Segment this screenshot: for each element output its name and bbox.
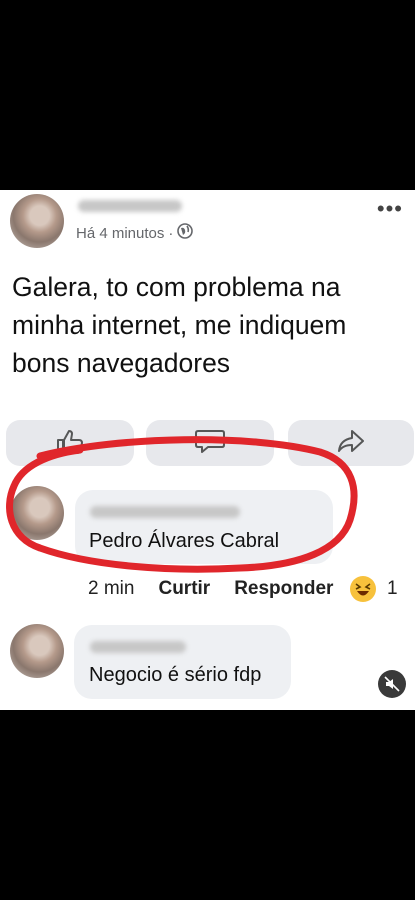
meta-separator: · — [168, 224, 174, 242]
reaction-count[interactable]: 1 — [387, 578, 398, 600]
globe-icon — [177, 223, 194, 243]
comment-icon — [194, 427, 226, 460]
author-avatar[interactable] — [10, 194, 64, 248]
facebook-post-card: Há 4 minutos · ••• Galera, to com proble… — [0, 190, 415, 710]
more-options-icon[interactable]: ••• — [377, 196, 403, 222]
reply-text: Negocio é sério fdp — [89, 664, 262, 686]
like-icon — [55, 427, 85, 460]
share-icon — [336, 428, 366, 459]
reply-link[interactable]: Responder — [234, 578, 333, 600]
post-meta: Há 4 minutos · — [76, 223, 194, 243]
reply-bubble — [74, 625, 291, 699]
comment-time[interactable]: 2 min — [88, 578, 134, 600]
comment-actions: 2 min Curtir Responder — [88, 578, 333, 600]
like-button[interactable] — [6, 420, 134, 466]
laughing-emoji-icon[interactable] — [350, 576, 376, 602]
post-time[interactable]: Há 4 minutos — [76, 225, 164, 242]
reply-author-name-blurred[interactable] — [90, 641, 186, 653]
comment-text: Pedro Álvares Cabral — [89, 530, 280, 552]
mute-icon[interactable] — [378, 670, 406, 698]
comment-button[interactable] — [146, 420, 274, 466]
commenter-avatar[interactable] — [10, 486, 64, 540]
share-button[interactable] — [288, 420, 414, 466]
commenter-name-blurred[interactable] — [90, 506, 240, 518]
like-comment-link[interactable]: Curtir — [158, 578, 210, 600]
reply-author-avatar[interactable] — [10, 624, 64, 678]
post-text: Galera, to com problema na minha interne… — [12, 272, 347, 378]
author-name-blurred[interactable] — [78, 200, 182, 212]
